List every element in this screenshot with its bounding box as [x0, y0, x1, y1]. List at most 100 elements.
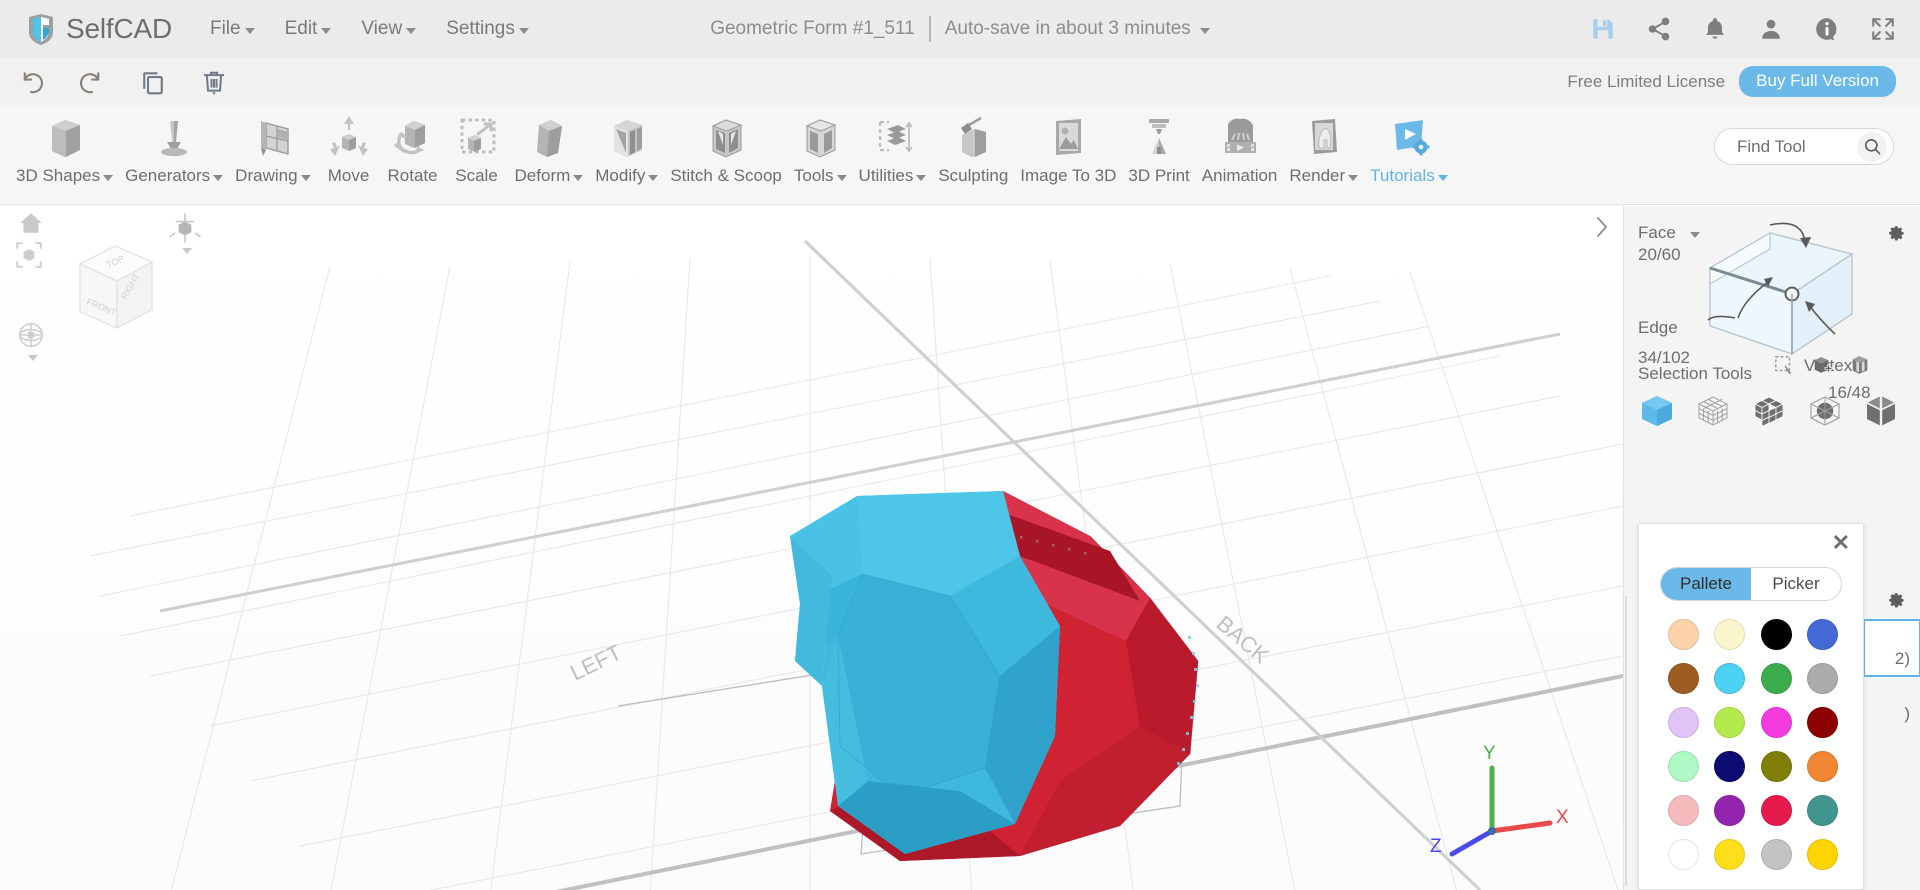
color-swatch[interactable] — [1807, 751, 1839, 782]
toolbar-label: Stitch & Scoop — [670, 166, 782, 186]
autosave-status[interactable]: Auto-save in about 3 minutes — [945, 18, 1210, 40]
color-swatch[interactable] — [1667, 619, 1699, 650]
invert-selection-icon[interactable] — [1849, 354, 1871, 381]
color-swatch[interactable] — [1760, 663, 1792, 694]
color-swatch[interactable] — [1760, 707, 1792, 738]
color-swatch[interactable] — [1714, 619, 1746, 650]
color-swatch[interactable] — [1714, 707, 1746, 738]
toolbar-item-sculpting[interactable]: Sculpting — [932, 105, 1014, 201]
color-swatch[interactable] — [1807, 839, 1839, 870]
color-swatch[interactable] — [1807, 663, 1839, 694]
top-right-icon-group — [1590, 0, 1896, 58]
tab-pallete[interactable]: Pallete — [1661, 568, 1751, 600]
color-swatch[interactable] — [1667, 707, 1699, 738]
toolbar-label: Tutorials — [1370, 166, 1448, 186]
color-swatch[interactable] — [1760, 619, 1792, 650]
toolbar-item-generators[interactable]: Generators — [119, 105, 229, 201]
3d-viewport[interactable]: LEFT BACK Y X Z — [0, 206, 1623, 890]
share-icon[interactable] — [1646, 16, 1672, 42]
color-swatch[interactable] — [1807, 619, 1839, 650]
license-label: Free Limited License — [1567, 71, 1726, 91]
color-swatch[interactable] — [1760, 795, 1792, 826]
color-swatch[interactable] — [1667, 839, 1699, 870]
color-swatch[interactable] — [1667, 751, 1699, 782]
menu-item-edit[interactable]: Edit — [285, 18, 332, 40]
document-title[interactable]: Geometric Form #1_511 — [710, 18, 915, 40]
chevron-down-icon[interactable] — [1689, 231, 1700, 238]
toolbar-item-tutorials[interactable]: Tutorials — [1364, 105, 1454, 201]
menu-item-view[interactable]: View — [361, 18, 417, 40]
fullscreen-icon[interactable] — [1870, 16, 1896, 42]
color-swatch[interactable] — [1667, 795, 1699, 826]
deform-icon — [524, 111, 574, 163]
home-icon[interactable] — [18, 210, 44, 241]
menu-item-file[interactable]: File — [210, 18, 255, 40]
find-tool-search[interactable]: Find Tool — [1714, 128, 1894, 165]
perspective-view-icon[interactable] — [168, 212, 202, 251]
notifications-bell-icon[interactable] — [1702, 16, 1728, 42]
toolbar-item-stitch-and-scoop[interactable]: Stitch & Scoop — [664, 105, 788, 201]
toolbar-item-label: Deform — [514, 166, 571, 185]
toolbar-item-utilities[interactable]: Utilities — [853, 105, 933, 201]
toolbar-item-3d-print[interactable]: 3D Print — [1122, 105, 1195, 201]
chevron-right-icon[interactable] — [1586, 212, 1616, 242]
find-tool-input[interactable]: Find Tool — [1737, 137, 1806, 157]
select-sphere-icon[interactable] — [1806, 392, 1844, 435]
toolbar-label: Render — [1289, 166, 1359, 186]
selection-tool-group — [1638, 392, 1920, 435]
face-selection-info[interactable]: Face 20/60 — [1638, 223, 1700, 265]
color-swatch[interactable] — [1714, 839, 1746, 870]
select-half-icon[interactable] — [1862, 392, 1900, 435]
add-selection-icon[interactable] — [1811, 354, 1833, 381]
user-account-icon[interactable] — [1758, 16, 1784, 42]
delete-icon[interactable] — [199, 67, 229, 97]
buy-full-version-button[interactable]: Buy Full Version — [1739, 66, 1896, 97]
undo-icon[interactable] — [16, 67, 46, 97]
chevron-down-icon[interactable] — [182, 248, 192, 254]
info-icon[interactable] — [1814, 16, 1840, 42]
selection-tools-label: Selection Tools — [1638, 364, 1753, 383]
select-grid-icon[interactable] — [1694, 392, 1732, 435]
menu-item-view-label: View — [361, 18, 403, 39]
toolbar-item-3d-shapes[interactable]: 3D Shapes — [10, 105, 119, 201]
toolbar-label: 3D Print — [1128, 166, 1189, 186]
orbit-icon[interactable] — [16, 320, 46, 355]
toolbar-item-animation[interactable]: Animation — [1196, 105, 1284, 201]
color-swatch[interactable] — [1714, 751, 1746, 782]
toolbar-item-drawing[interactable]: Drawing — [229, 105, 316, 201]
menu-item-settings[interactable]: Settings — [446, 18, 529, 40]
gear-icon[interactable] — [1884, 587, 1906, 614]
color-swatch[interactable] — [1667, 663, 1699, 694]
toolbar-item-render[interactable]: Render — [1283, 105, 1364, 201]
toolbar-item-tools[interactable]: Tools — [788, 105, 853, 201]
highlighted-input-field[interactable] — [1863, 619, 1920, 677]
copy-icon[interactable] — [138, 67, 168, 97]
stitch-scoop-icon — [701, 111, 751, 163]
color-swatch[interactable] — [1714, 663, 1746, 694]
tab-picker[interactable]: Picker — [1751, 568, 1841, 600]
toolbar-item-label: Tutorials — [1370, 166, 1435, 185]
save-icon[interactable] — [1590, 16, 1616, 42]
toolbar-item-modify[interactable]: Modify — [589, 105, 664, 201]
palette-mode-toggle: Pallete Picker — [1660, 567, 1842, 601]
app-logo[interactable]: SelfCAD — [24, 12, 172, 46]
redo-icon[interactable] — [77, 67, 107, 97]
color-swatch[interactable] — [1760, 839, 1792, 870]
close-icon[interactable]: ✕ — [1832, 532, 1850, 554]
view-cube[interactable]: TOP FRONT RIGHT — [60, 232, 170, 342]
toolbar-item-image-to-3d[interactable]: Image To 3D — [1014, 105, 1122, 201]
rectangle-select-icon[interactable] — [1773, 354, 1795, 381]
search-icon[interactable] — [1857, 131, 1887, 162]
toolbar-item-move[interactable]: Move — [317, 105, 381, 201]
color-swatch[interactable] — [1807, 707, 1839, 738]
color-swatch[interactable] — [1714, 795, 1746, 826]
toolbar-item-deform[interactable]: Deform — [509, 105, 590, 201]
color-swatch[interactable] — [1807, 795, 1839, 826]
toolbar-item-scale[interactable]: Scale — [445, 105, 509, 201]
fit-to-view-icon[interactable] — [14, 240, 44, 275]
chevron-down-icon[interactable] — [28, 355, 38, 361]
toolbar-item-rotate[interactable]: Rotate — [381, 105, 445, 201]
select-object-icon[interactable] — [1638, 392, 1676, 435]
color-swatch[interactable] — [1760, 751, 1792, 782]
select-voxel-icon[interactable] — [1750, 392, 1788, 435]
